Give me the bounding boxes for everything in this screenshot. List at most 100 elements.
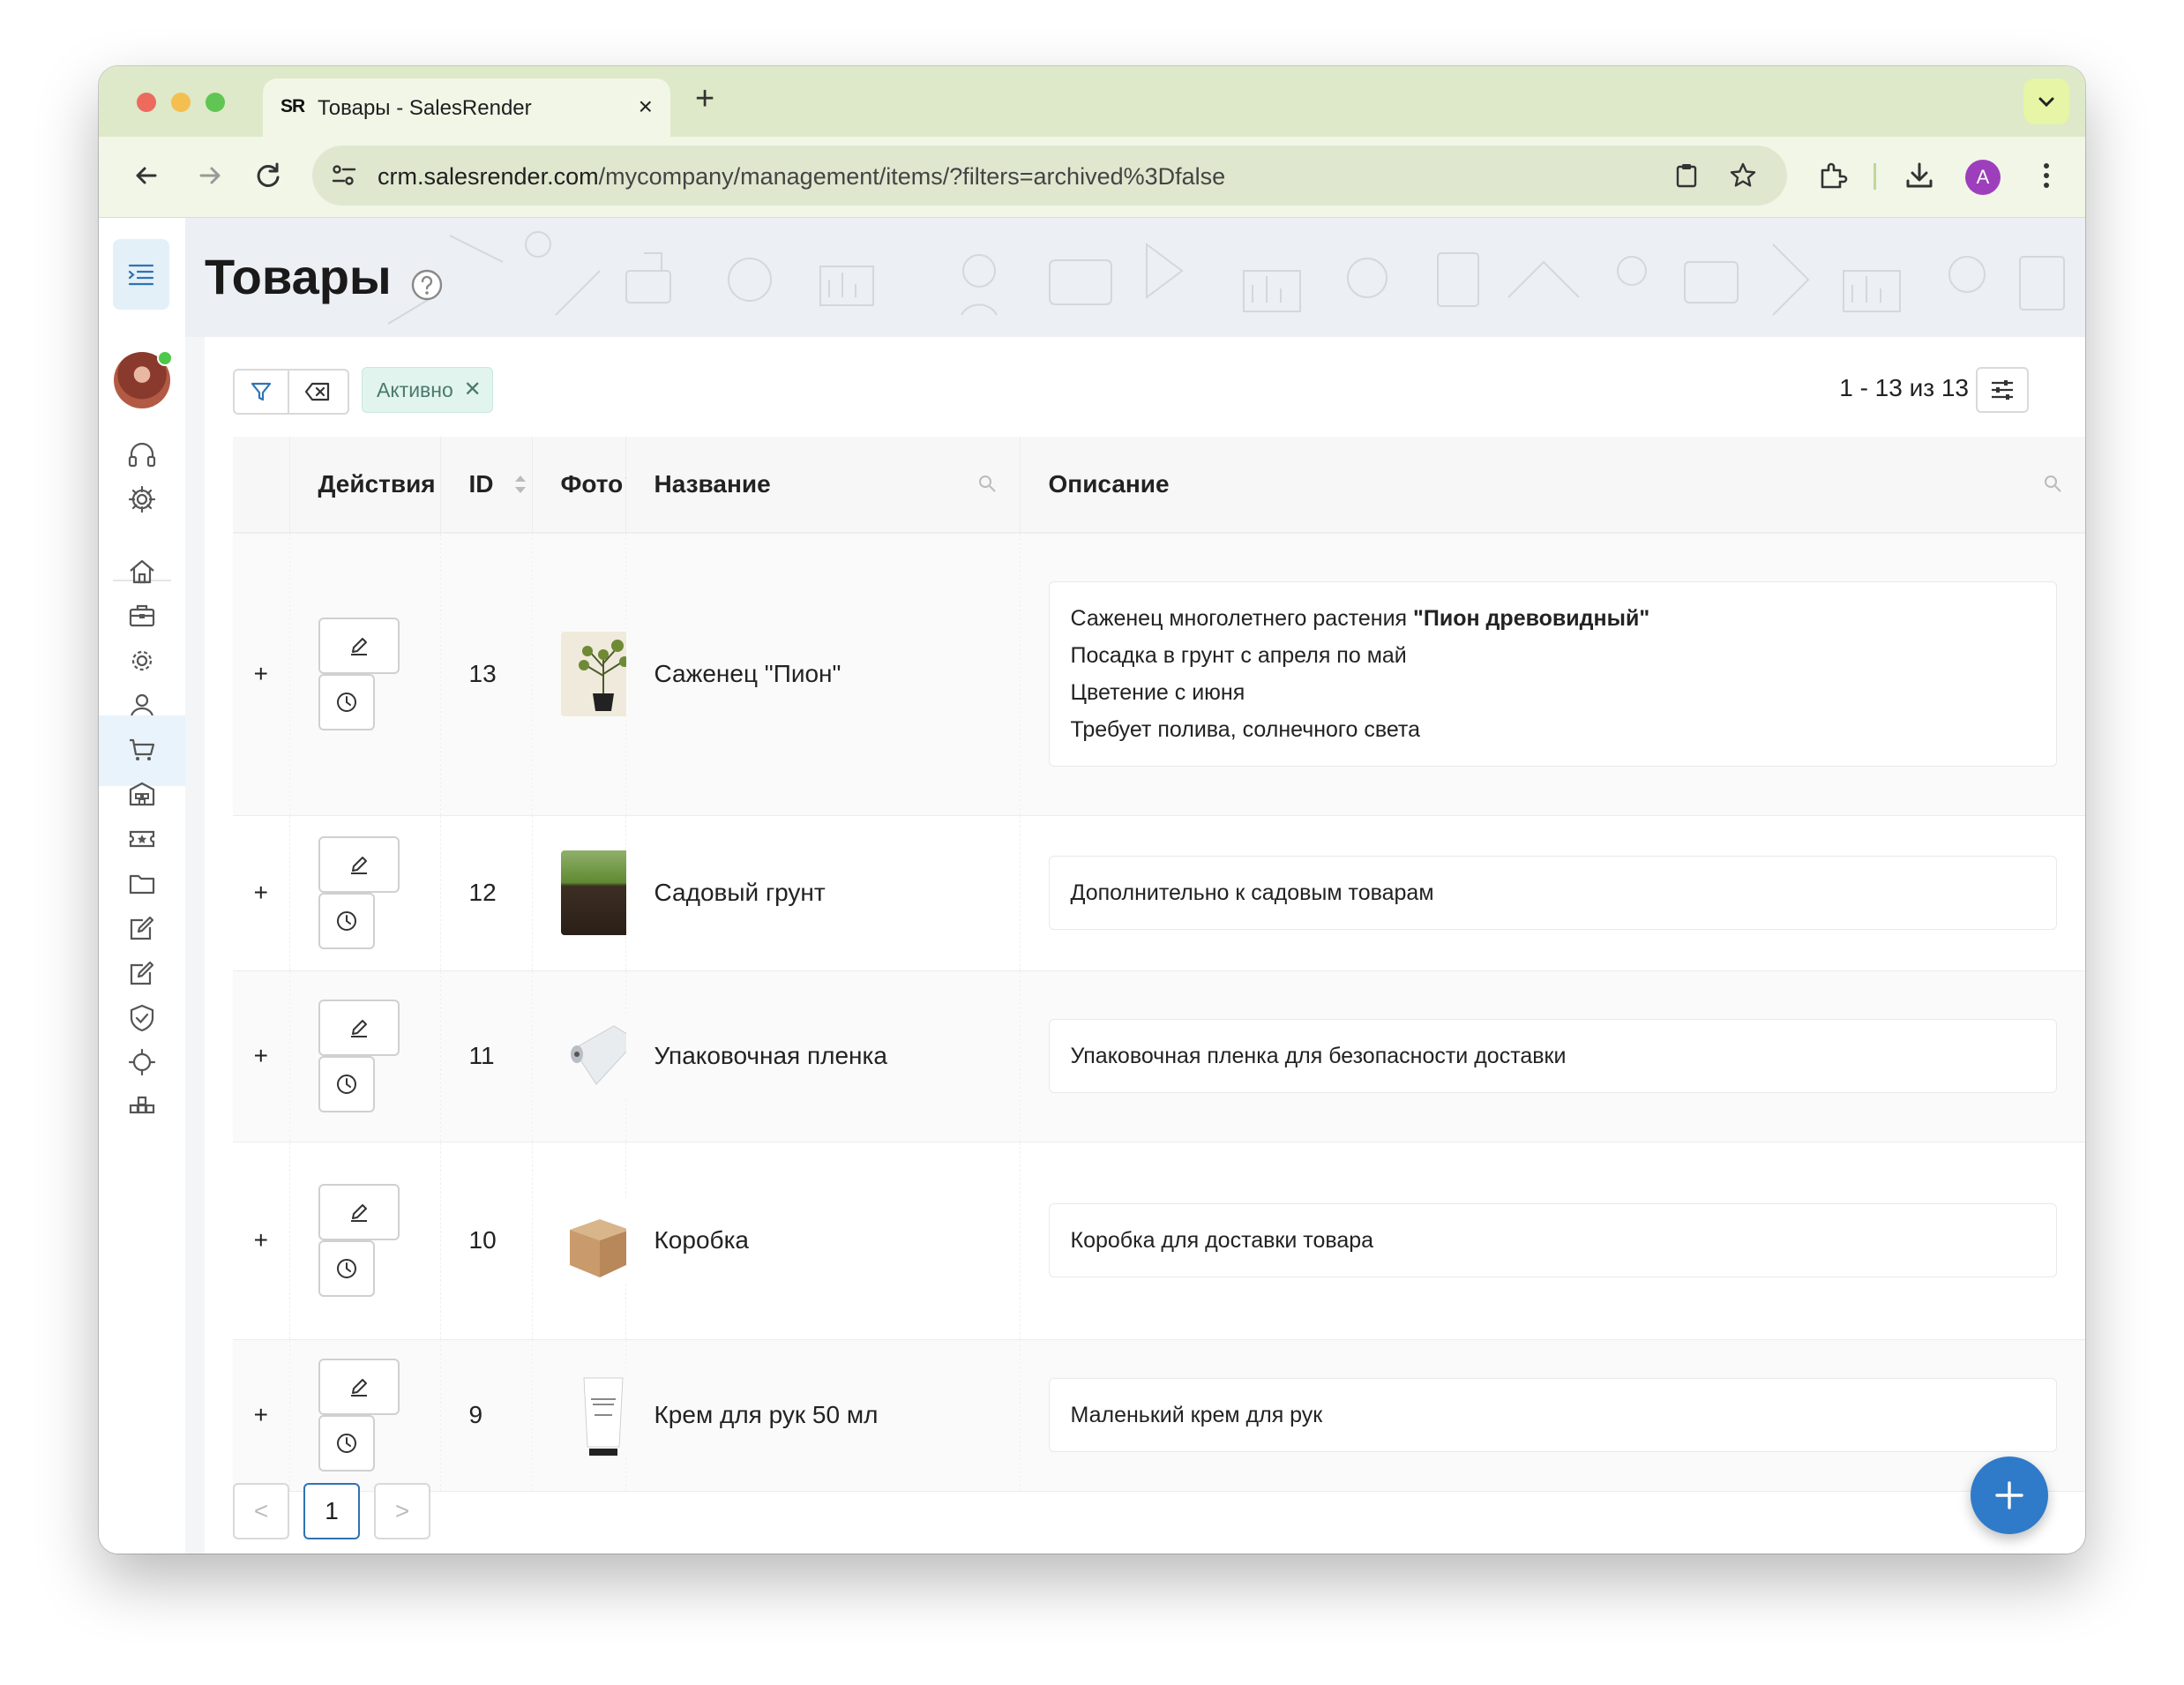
blocks-icon [129,1096,155,1114]
history-button[interactable] [318,1056,375,1112]
row-photo[interactable] [531,533,646,816]
page-title: Товары [205,249,392,304]
expand-row-icon[interactable]: + [233,970,289,1142]
row-description: Маленький крем для рук [1019,1339,2085,1492]
photo-header-label: Фото [560,470,624,498]
next-page-button[interactable]: > [374,1483,430,1539]
chevron-down-icon [2038,97,2054,108]
tab-search-button[interactable] [2023,79,2069,124]
expand-column-header [233,437,289,534]
pencil-icon [350,1204,367,1222]
clear-filters-icon[interactable] [303,379,332,404]
expand-row-icon[interactable]: + [233,533,289,816]
tab-strip: SR Товары - SalesRender × + [99,66,2085,137]
search-icon[interactable] [2043,474,2062,493]
history-icon [336,693,356,713]
page-button[interactable]: 1 [303,1483,360,1539]
history-button[interactable] [318,1240,375,1297]
history-button[interactable] [318,893,375,949]
pencil-icon [350,1020,367,1037]
description-box: Саженец многолетнего растения "Пион древ… [1048,581,2057,768]
history-icon [336,911,356,931]
row-photo[interactable] [531,1142,646,1340]
forward-icon[interactable] [192,158,228,193]
site-settings-icon[interactable] [328,160,360,191]
edit-button[interactable] [318,1184,400,1240]
search-icon[interactable] [977,474,997,493]
history-button[interactable] [318,1415,375,1472]
row-id: 10 [439,1142,532,1340]
help-icon[interactable] [409,267,445,303]
row-name: Коробка [625,1142,1020,1340]
row-description: Дополнительно к садовым товарам [1019,815,2085,971]
id-column-header[interactable]: ID [439,437,551,534]
browser-toolbar: crm.salesrender.com/mycompany/management… [99,137,2085,218]
id-header-label: ID [468,470,494,498]
description-box: Коробка для доставки товара [1048,1203,2057,1277]
expand-row-icon[interactable]: + [233,1339,289,1492]
row-actions [288,533,440,816]
description-bold: "Пион древовидный" [1413,606,1650,632]
name-header-label: Название [654,470,771,498]
description-header-label: Описание [1048,470,1170,498]
browser-tab[interactable]: SR Товары - SalesRender × [263,79,670,137]
row-photo[interactable] [531,1339,646,1492]
menu-toggle-button[interactable] [113,239,169,310]
row-photo[interactable] [531,815,646,971]
expand-row-icon[interactable]: + [233,1142,289,1340]
bookmark-star-icon[interactable] [1727,160,1759,191]
pencil-icon [350,1379,367,1397]
edit-button[interactable] [318,618,400,675]
banner-pattern [387,231,2065,325]
edit-button[interactable] [318,1359,400,1415]
expand-row-icon[interactable]: + [233,815,289,971]
chip-label: Активно [377,378,453,401]
sidebar-item-integrations[interactable] [99,1072,185,1142]
sliders-icon [1992,380,2013,400]
back-icon[interactable] [129,158,164,193]
active-filter-chip[interactable]: Активно ✕ [362,367,493,413]
edit-button[interactable] [318,836,400,893]
description-line: Требует полива, солнечного света [1070,717,1421,743]
sidebar-item-settings[interactable] [99,465,185,535]
tab-title: Товары - SalesRender [318,96,532,120]
description-line: Цветение с июня [1070,680,1245,706]
description-box: Маленький крем для рук [1048,1378,2057,1452]
add-item-button[interactable] [1971,1457,2048,1534]
photo-column-header[interactable]: Фото [531,437,639,534]
chip-remove-icon[interactable]: ✕ [464,368,482,412]
extensions-icon[interactable] [1815,158,1851,193]
edit-button[interactable] [318,1000,400,1056]
main-content: Товары Активно ✕ 1 - 13 из 13 Действия I… [185,218,2085,1554]
minimize-window-button[interactable] [171,93,191,112]
profile-avatar[interactable]: A [1965,160,2001,195]
history-button[interactable] [318,674,375,731]
tab-close-icon[interactable]: × [639,93,653,121]
history-icon [336,1075,356,1094]
row-photo[interactable] [531,970,646,1142]
url-text: crm.salesrender.com/mycompany/management… [378,163,1225,191]
reload-icon[interactable] [251,158,286,193]
actions-column-header: Действия [288,437,440,534]
maximize-window-button[interactable] [206,93,225,112]
description-box: Упаковочная пленка для безопасности дост… [1048,1019,2057,1093]
clipboard-icon[interactable] [1671,160,1702,191]
filter-button-group [233,369,349,415]
filter-divider [288,371,289,413]
column-settings-button[interactable] [1976,367,2029,413]
row-actions [288,815,440,971]
prev-page-button[interactable]: < [233,1483,289,1539]
history-icon [336,1434,356,1453]
download-icon[interactable] [1902,158,1937,193]
table-row: + 9 Крем для рук 50 мл Маленький крем дл… [233,1339,2085,1492]
items-card: Активно ✕ 1 - 13 из 13 Действия ID Фото … [205,337,2085,1554]
close-window-button[interactable] [137,93,156,112]
new-tab-icon[interactable]: + [695,80,714,118]
row-id: 12 [439,815,532,971]
sort-icon[interactable] [512,472,529,497]
header-banner: Товары [185,218,2085,337]
address-bar[interactable]: crm.salesrender.com/mycompany/management… [312,146,1787,206]
url-host: crm.salesrender.com [378,163,599,190]
filter-icon[interactable] [249,379,273,404]
menu-dots-icon[interactable] [2029,158,2064,193]
